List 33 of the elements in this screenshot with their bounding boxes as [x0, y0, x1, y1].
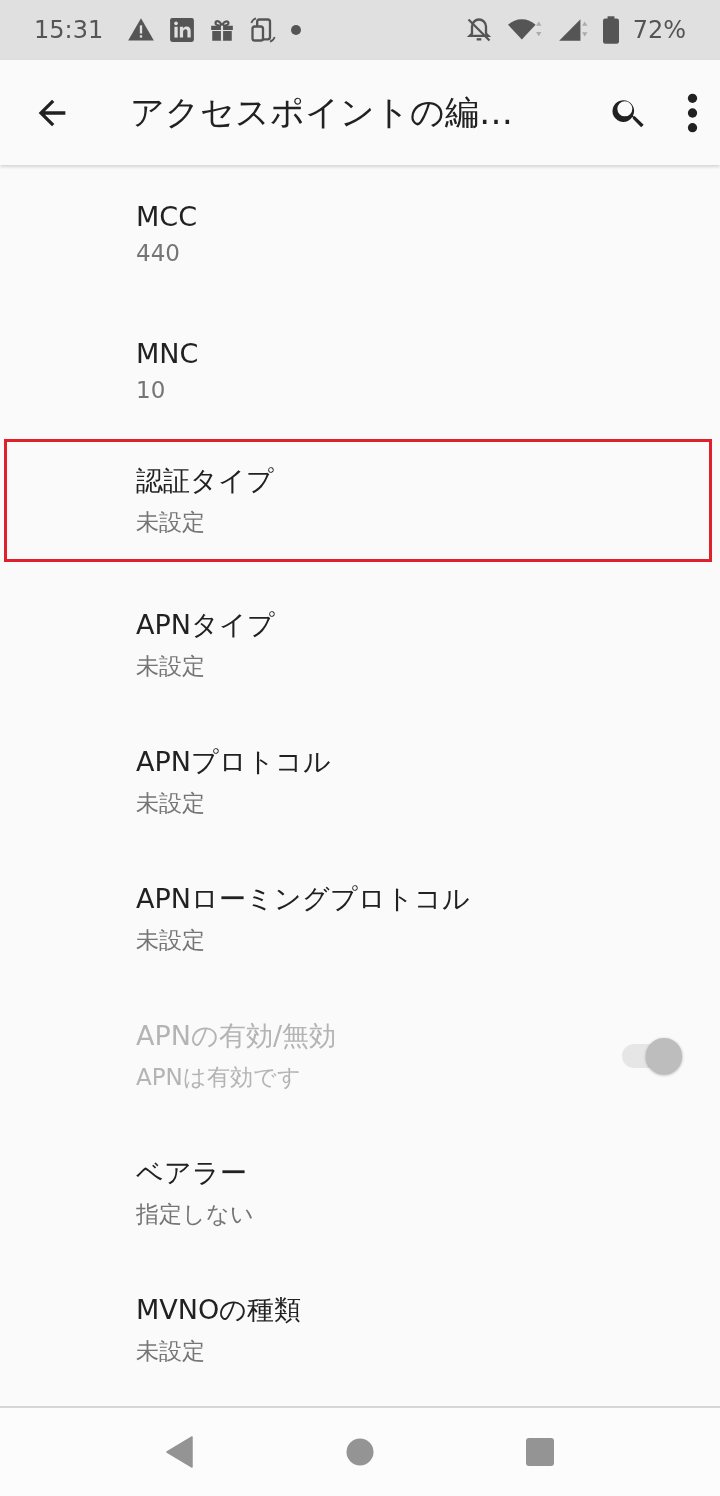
setting-title: 認証タイプ — [136, 464, 275, 498]
setting-summary: APNは有効です — [136, 1063, 302, 1092]
setting-title: ベアラー — [136, 1156, 248, 1190]
setting-summary: 未設定 — [136, 789, 206, 818]
setting-title: APNの有効/無効 — [136, 1019, 338, 1053]
toolbar-title: アクセスポイントの編… — [130, 90, 514, 134]
setting-summary: 未設定 — [136, 926, 206, 955]
setting-summary: 未設定 — [136, 1337, 206, 1366]
setting-title: APNローミングプロトコル — [136, 882, 471, 916]
phone-rotate-icon — [249, 16, 278, 44]
gift-icon — [209, 17, 236, 43]
setting-summary: 未設定 — [136, 652, 206, 681]
signal-icon — [556, 17, 589, 43]
setting-summary: 440 — [136, 240, 181, 266]
setting-title: MVNOの種類 — [136, 1293, 303, 1327]
setting-summary: 未設定 — [136, 508, 206, 537]
warning-icon — [127, 16, 156, 44]
app-icon — [169, 17, 196, 43]
battery-percent: 72% — [632, 16, 686, 44]
setting-summary: 指定しない — [136, 1200, 255, 1229]
status-time: 15:31 — [34, 16, 104, 44]
dot-icon — [291, 25, 302, 35]
bell-off-icon — [464, 16, 493, 44]
setting-title: MCC — [136, 201, 198, 232]
circle-home-icon — [346, 1438, 374, 1466]
setting-title: APNプロトコル — [136, 745, 332, 779]
more-vertical-icon — [687, 92, 698, 133]
battery-icon — [602, 16, 619, 44]
square-recents-icon — [526, 1438, 554, 1466]
setting-title: APNタイプ — [136, 608, 276, 642]
setting-summary: 10 — [136, 377, 167, 403]
triangle-back-icon — [166, 1436, 194, 1468]
setting-title: MNC — [136, 338, 200, 369]
